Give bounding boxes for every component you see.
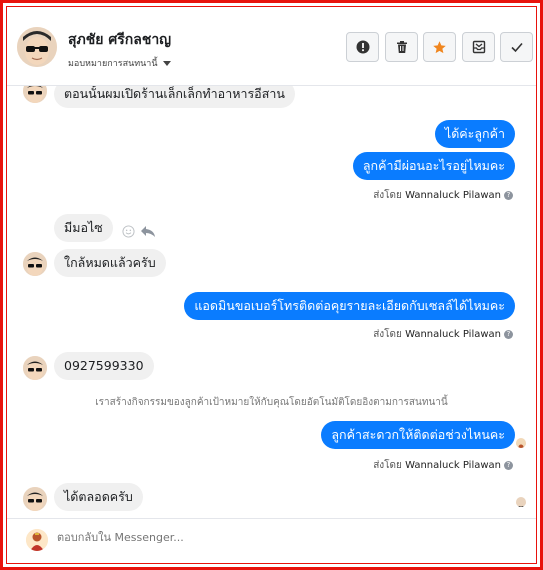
seen-avatar-image <box>516 443 526 448</box>
sent-by-prefix: ส่งโดย <box>373 190 402 201</box>
mark-done-button[interactable] <box>500 32 533 62</box>
reply-composer <box>7 518 536 563</box>
sent-by-label: ส่งโดย Wannaluck Pilawan? <box>373 458 513 473</box>
outgoing-message[interactable]: ลูกค้าสะดวกให้ติดต่อช่วงไหนคะ <box>321 421 515 449</box>
check-icon <box>510 42 523 53</box>
outgoing-message[interactable]: ลูกค้ามีผ่อนอะไรอยู่ไหมคะ <box>352 152 515 180</box>
contact-avatar-small <box>23 487 47 511</box>
sent-by-name: Wannaluck Pilawan <box>405 329 501 340</box>
contact-avatar-small <box>23 252 47 276</box>
archive-icon <box>472 40 485 54</box>
system-note: เราสร้างกิจกรรมของลูกค้าเป้าหมายให้กับคุ… <box>95 397 448 408</box>
contact-avatar[interactable] <box>17 27 57 67</box>
avatar-image <box>23 252 47 276</box>
sent-by-name: Wannaluck Pilawan <box>405 190 501 201</box>
sent-by-prefix: ส่งโดย <box>373 460 402 471</box>
mark-spam-button[interactable] <box>346 32 379 62</box>
help-icon[interactable]: ? <box>504 329 513 339</box>
incoming-message[interactable]: มีมอไซ <box>54 214 113 242</box>
delete-button[interactable] <box>385 32 418 62</box>
reply-input[interactable] <box>57 531 357 544</box>
outgoing-message[interactable]: ได้ค่ะลูกค้า <box>434 120 515 148</box>
assign-label: มอบหมายการสนทนานี้ <box>68 59 158 69</box>
contact-avatar-small <box>23 86 47 103</box>
seen-avatar <box>516 497 526 507</box>
caret-down-icon <box>162 61 171 66</box>
incoming-message[interactable]: ใกล้หมดแล้วครับ <box>54 249 166 277</box>
reply-icon[interactable] <box>140 225 156 238</box>
star-icon <box>433 40 446 53</box>
incoming-message[interactable]: ตอนนั้นผมเปิดร้านเล็กเล็กทำอาหารอีสาน <box>54 86 295 108</box>
contact-name[interactable]: สุภชัย ศรีกลชาญ <box>68 29 171 51</box>
incoming-message[interactable]: 0927599330 <box>54 352 154 380</box>
alert-icon <box>356 40 369 54</box>
archive-button[interactable] <box>462 32 495 62</box>
sent-by-name: Wannaluck Pilawan <box>405 460 501 471</box>
seen-avatar-image <box>516 502 526 507</box>
help-icon[interactable]: ? <box>504 460 513 470</box>
help-icon[interactable]: ? <box>504 190 513 200</box>
message-thread[interactable]: ตอนนั้นผมเปิดร้านเล็กเล็กทำอาหารอีสาน ได… <box>7 86 536 519</box>
seen-avatar <box>516 438 526 448</box>
avatar-image <box>23 356 47 380</box>
sent-by-label: ส่งโดย Wannaluck Pilawan? <box>373 327 513 342</box>
sent-by-label: ส่งโดย Wannaluck Pilawan? <box>373 188 513 203</box>
avatar-image <box>23 86 47 103</box>
conversation-header: สุภชัย ศรีกลชาญ มอบหมายการสนทนานี้ <box>7 7 536 86</box>
avatar-image <box>23 487 47 511</box>
star-button[interactable] <box>423 32 456 62</box>
assign-conversation-dropdown[interactable]: มอบหมายการสนทนานี้ <box>68 56 171 70</box>
react-emoji-icon[interactable] <box>122 225 135 238</box>
outgoing-message[interactable]: แอดมินขอเบอร์โทรติดต่อคุยรายละเอียดกับเซ… <box>184 292 515 320</box>
trash-icon <box>396 41 407 53</box>
incoming-message[interactable]: ได้ตลอดครับ <box>54 483 143 511</box>
sent-by-prefix: ส่งโดย <box>373 329 402 340</box>
avatar-image <box>17 27 57 67</box>
screenshot-frame: สุภชัย ศรีกลชาญ มอบหมายการสนทนานี้ ตอนนั… <box>0 0 543 570</box>
contact-avatar-small <box>23 356 47 380</box>
conversation-panel: สุภชัย ศรีกลชาญ มอบหมายการสนทนานี้ ตอนนั… <box>6 6 537 564</box>
page-avatar <box>26 529 48 551</box>
page-avatar-image <box>26 529 48 551</box>
